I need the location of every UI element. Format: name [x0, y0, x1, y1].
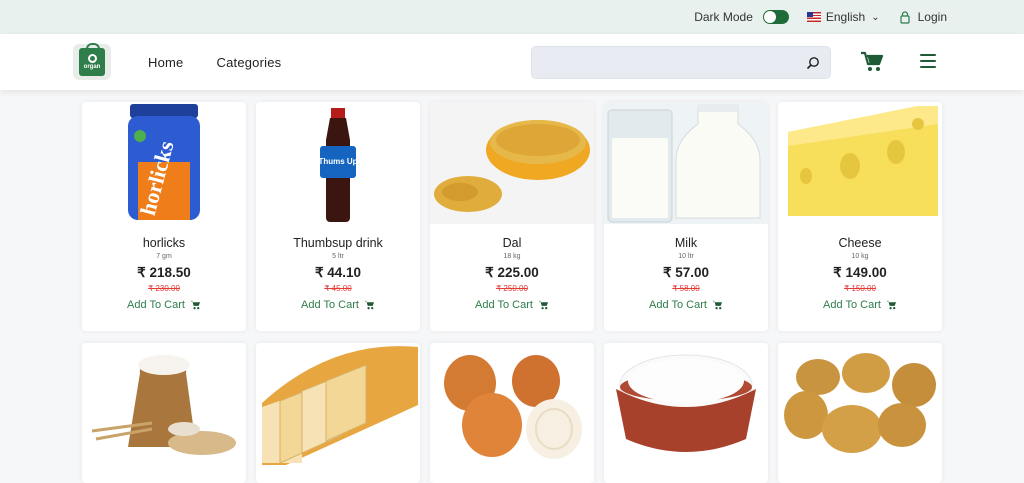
product-old-price: ₹ 45.00 — [324, 284, 352, 293]
shopping-bag-logo-icon: organ — [79, 43, 105, 76]
cart-icon — [190, 300, 200, 310]
cart-icon[interactable] — [860, 51, 884, 73]
site-logo[interactable]: organ — [73, 43, 111, 80]
product-card[interactable] — [430, 343, 594, 483]
product-quantity: 18 kg — [503, 253, 521, 260]
chevron-down-icon: ⌄ — [871, 11, 880, 23]
language-selector[interactable]: English ⌄ — [806, 10, 880, 24]
add-to-cart-button[interactable]: Add To Cart — [649, 299, 723, 311]
lock-icon — [900, 11, 910, 24]
us-flag-icon — [806, 12, 821, 22]
product-old-price: ₹ 250.00 — [496, 284, 528, 293]
product-card[interactable]: Dal 18 kg ₹ 225.00 ₹ 250.00 Add To Cart — [430, 102, 594, 331]
search-icon[interactable] — [806, 56, 820, 70]
product-price: ₹ 57.00 — [662, 265, 710, 280]
product-grid: horlicks horlicks 7 gm ₹ 218.50 ₹ 230.00… — [82, 102, 942, 483]
cheese-block-image — [778, 102, 942, 224]
cart-icon — [886, 300, 896, 310]
login-link[interactable]: Login — [898, 10, 947, 24]
product-card[interactable]: Milk 10 ltr ₹ 57.00 ₹ 58.00 Add To Cart — [604, 102, 768, 331]
main-nav: Home Categories — [148, 55, 314, 70]
product-old-price: ₹ 230.00 — [148, 284, 180, 293]
language-label: English — [825, 10, 866, 24]
logo-text: organ — [83, 64, 101, 70]
search-input[interactable] — [532, 47, 792, 78]
product-old-price: ₹ 58.00 — [672, 284, 700, 293]
nav-categories[interactable]: Categories — [216, 55, 281, 70]
add-to-cart-label: Add To Cart — [127, 299, 185, 311]
dal-bowl-image — [430, 102, 594, 224]
onions-image — [430, 343, 594, 465]
add-to-cart-button[interactable]: Add To Cart — [823, 299, 897, 311]
hamburger-menu-icon[interactable] — [920, 54, 936, 68]
product-card[interactable] — [256, 343, 420, 483]
product-quantity: 5 ltr — [332, 253, 344, 260]
product-card[interactable] — [604, 343, 768, 483]
dark-mode-control: Dark Mode — [694, 10, 789, 24]
svg-text:Thums Up: Thums Up — [318, 157, 357, 166]
horlicks-jar-image: horlicks — [82, 102, 246, 224]
add-to-cart-button[interactable]: Add To Cart — [475, 299, 549, 311]
product-name: Milk — [674, 236, 698, 250]
nav-home[interactable]: Home — [148, 55, 183, 70]
add-to-cart-button[interactable]: Add To Cart — [127, 299, 201, 311]
cart-icon — [364, 300, 374, 310]
top-utility-bar: Dark Mode English ⌄ Login — [0, 0, 1024, 34]
product-name: Cheese — [838, 236, 882, 250]
product-card[interactable]: Thums Up Thumbsup drink 5 ltr ₹ 44.10 ₹ … — [256, 102, 420, 331]
rice-bowl-image — [604, 343, 768, 465]
product-card[interactable]: Cheese 10 kg ₹ 149.00 ₹ 150.00 Add To Ca… — [778, 102, 942, 331]
add-to-cart-label: Add To Cart — [475, 299, 533, 311]
product-quantity: 10 kg — [851, 253, 869, 260]
product-price: ₹ 225.00 — [485, 265, 539, 280]
main-header: organ Home Categories — [0, 34, 1024, 90]
product-name: Dal — [502, 236, 522, 250]
product-price: ₹ 218.50 — [137, 265, 191, 280]
cart-icon — [538, 300, 548, 310]
add-to-cart-label: Add To Cart — [301, 299, 359, 311]
product-quantity: 10 ltr — [678, 253, 694, 260]
add-to-cart-button[interactable]: Add To Cart — [301, 299, 375, 311]
thumbsup-bottle-image: Thums Up — [256, 102, 420, 224]
product-name: horlicks — [142, 236, 186, 250]
dark-mode-label: Dark Mode — [694, 10, 753, 24]
bread-loaf-image — [256, 343, 420, 465]
cart-icon — [712, 300, 722, 310]
add-to-cart-label: Add To Cart — [649, 299, 707, 311]
product-card[interactable]: horlicks horlicks 7 gm ₹ 218.50 ₹ 230.00… — [82, 102, 246, 331]
search-bar — [531, 46, 831, 79]
product-price: ₹ 44.10 — [314, 265, 362, 280]
product-name: Thumbsup drink — [293, 236, 383, 250]
product-old-price: ₹ 150.00 — [844, 284, 876, 293]
product-card[interactable] — [778, 343, 942, 483]
product-quantity: 7 gm — [156, 253, 172, 260]
flour-sack-image — [82, 343, 246, 465]
product-card[interactable] — [82, 343, 246, 483]
dark-mode-toggle[interactable] — [762, 10, 789, 24]
milk-glass-bottle-image — [604, 102, 768, 224]
login-label: Login — [917, 10, 947, 24]
potatoes-image — [778, 343, 942, 465]
product-price: ₹ 149.00 — [833, 265, 887, 280]
add-to-cart-label: Add To Cart — [823, 299, 881, 311]
